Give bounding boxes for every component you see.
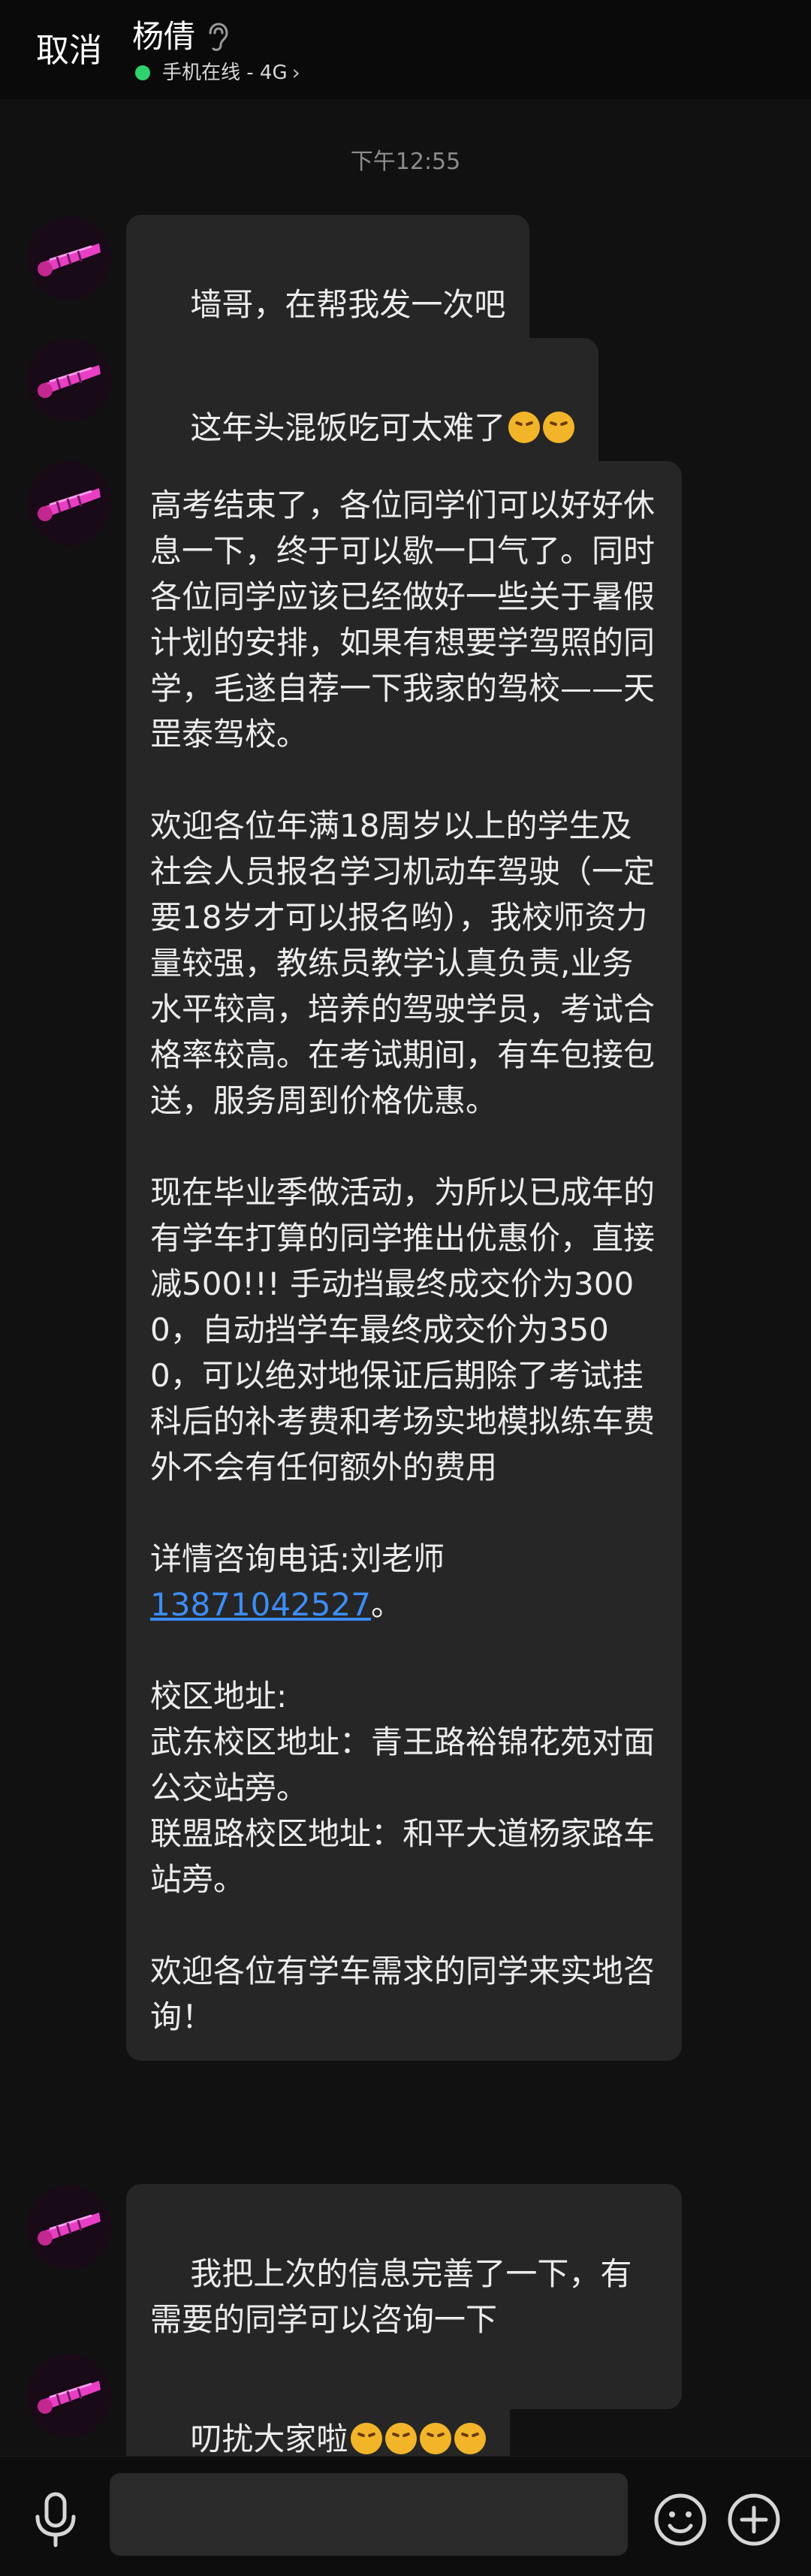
cancel-button[interactable]: 取消: [36, 30, 102, 72]
sender-avatar[interactable]: [27, 461, 111, 545]
sender-avatar[interactable]: [27, 338, 111, 422]
chevron-right-icon: ›: [291, 60, 300, 85]
hearing-icon: [206, 22, 228, 52]
chat-header: 取消 杨倩 手机在线 - 4G ›: [0, 0, 811, 99]
phone-number-link[interactable]: 13871042527: [150, 1586, 371, 1623]
sweat-emoji-icon: [385, 2423, 418, 2454]
contact-name: 杨倩: [132, 18, 196, 55]
sweat-emoji-icon: [351, 2423, 383, 2454]
message-text: 叨扰大家啦: [190, 2421, 348, 2457]
contact-name-row[interactable]: 杨倩: [132, 17, 228, 57]
message-text: 高考结束了，各位同学们可以好好休息一下，终于可以歇一口气了。同时各位同学应该已经…: [150, 487, 656, 1577]
message-text: 墙哥，在帮我发一次吧: [190, 286, 506, 323]
message-bubble[interactable]: 高考结束了，各位同学们可以好好休息一下，终于可以歇一口气了。同时各位同学应该已经…: [126, 461, 682, 2061]
input-bar: [0, 2456, 811, 2576]
plus-icon[interactable]: [727, 2493, 781, 2547]
message-text-punct: 。: [370, 1586, 402, 1623]
sender-avatar[interactable]: [27, 2185, 111, 2270]
message-timestamp: 下午12:55: [350, 149, 461, 175]
message-text: 我把上次的信息完善了一下，有需要的同学可以咨询一下: [150, 2255, 632, 2338]
emoji-icon[interactable]: [653, 2493, 707, 2547]
message-input[interactable]: [110, 2473, 628, 2556]
sender-avatar[interactable]: [27, 2354, 111, 2438]
message-text: 校区地址: 武东校区地址：青王路裕锦花苑对面公交站旁。 联盟路校区地址：和平大道…: [150, 1678, 656, 2035]
sweat-emoji-icon: [420, 2423, 452, 2454]
sender-avatar[interactable]: [27, 216, 111, 300]
online-dot-icon: [135, 65, 150, 80]
sweat-emoji-icon: [454, 2423, 487, 2454]
online-status[interactable]: 手机在线 - 4G ›: [135, 60, 300, 86]
message-text: 这年头混饭吃可太难了: [190, 409, 506, 446]
status-text: 手机在线 - 4G: [162, 62, 288, 84]
sweat-smile-emoji-icon: [543, 412, 575, 443]
chat-screen: 取消 杨倩 手机在线 - 4G › 下午12:55 墙哥，在帮我发一次吧 这年头…: [0, 0, 811, 2576]
sweat-smile-emoji-icon: [508, 412, 541, 443]
microphone-icon[interactable]: [32, 2491, 80, 2548]
